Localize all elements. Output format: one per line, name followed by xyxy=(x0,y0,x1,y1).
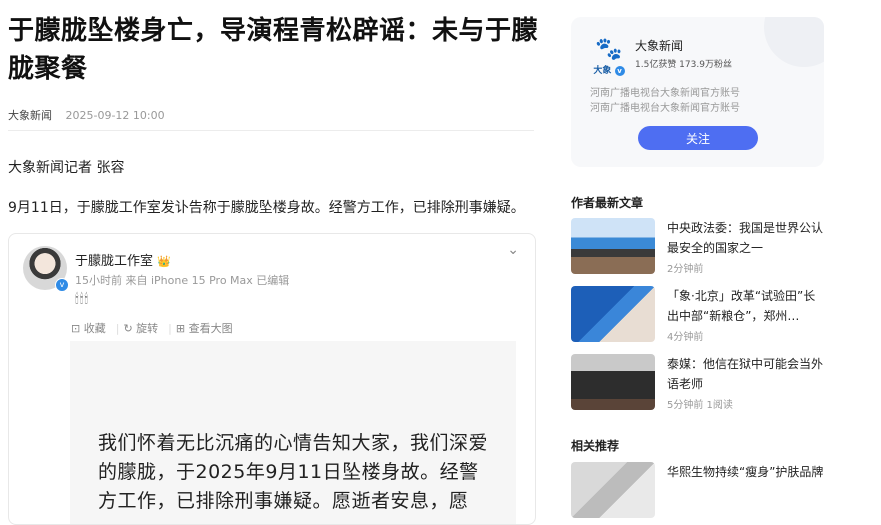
decorative-circle xyxy=(764,17,824,67)
author-card: 🐾 大象 v 大象新闻 1.5亿获赞 173.9万粉丝 河南广播电视台大象新闻官… xyxy=(571,17,824,167)
view-large-action[interactable]: ⊞ 查看大图 xyxy=(176,322,233,335)
divider xyxy=(8,130,534,131)
author-name[interactable]: 大象新闻 xyxy=(635,37,683,54)
author-stats: 1.5亿获赞 173.9万粉丝 xyxy=(635,60,732,70)
news-thumbnail[interactable] xyxy=(571,286,655,342)
author-logo[interactable]: 🐾 大象 v xyxy=(589,37,629,83)
view-large-label: 查看大图 xyxy=(188,322,233,335)
follow-button[interactable]: 关注 xyxy=(638,126,758,150)
news-headline[interactable]: 中央政法委：我国是世界公认最安全的国家之一 xyxy=(667,218,827,258)
news-headline[interactable]: 泰媒：他信在狱中可能会当外语老师 xyxy=(667,354,827,394)
crown-icon: 👑 xyxy=(157,255,171,268)
verified-icon: v xyxy=(614,65,625,76)
weibo-author-name[interactable]: 于朦胧工作室 👑 xyxy=(75,250,171,269)
article-source[interactable]: 大象新闻 xyxy=(8,109,52,122)
news-time: 5分钟前 1阅读 xyxy=(667,400,733,411)
news-item[interactable]: 华熙生物持续“瘦身”护肤品牌 xyxy=(571,462,831,522)
section-title-related: 相关推荐 xyxy=(571,439,620,453)
favorite-action[interactable]: ⊡ 收藏 xyxy=(71,322,106,335)
section-title-latest: 作者最新文章 xyxy=(571,196,644,210)
paw-icon: 🐾 xyxy=(595,37,623,62)
reporter-line: 大象新闻记者 张容 xyxy=(8,160,125,176)
news-thumbnail[interactable] xyxy=(571,354,655,410)
news-headline[interactable]: 「象·北京」改革“试验田”长出中部“新粮仓”，郑州… xyxy=(667,286,827,326)
news-time: 2分钟前 xyxy=(667,264,704,275)
chevron-down-icon[interactable]: ⌄ xyxy=(507,242,519,258)
news-item[interactable]: 泰媒：他信在狱中可能会当外语老师 5分钟前 1阅读 xyxy=(571,354,831,414)
author-description-2: 河南广播电视台大象新闻官方账号 xyxy=(590,103,740,114)
weibo-embed-card: v 于朦胧工作室 👑 15小时前 来自 iPhone 15 Pro Max 已编辑… xyxy=(8,233,536,525)
favorite-label: 收藏 xyxy=(83,322,106,335)
rotate-action[interactable]: ↻ 旋转 xyxy=(123,322,158,335)
news-headline[interactable]: 华熙生物持续“瘦身”护肤品牌 xyxy=(667,462,827,482)
news-thumbnail[interactable] xyxy=(571,462,655,518)
logo-label: 大象 xyxy=(593,66,612,76)
weibo-author-label: 于朦胧工作室 xyxy=(75,254,154,269)
rotate-icon: ↻ xyxy=(123,322,133,335)
candles-emoji: 🕯🕯🕯 xyxy=(75,292,90,307)
news-item[interactable]: 「象·北京」改革“试验田”长出中部“新粮仓”，郑州… 4分钟前 xyxy=(571,286,831,346)
zoom-icon: ⊞ xyxy=(175,322,186,335)
obituary-image-text: 我们怀着无比沉痛的心情告知大家，我们深爱的朦胧，于2025年9月11日坠楼身故。… xyxy=(98,432,489,512)
bookmark-icon: ⊡ xyxy=(71,322,81,335)
image-actions: ⊡ 收藏 | ↻ 旋转 | ⊞ 查看大图 xyxy=(71,322,233,335)
news-time: 4分钟前 xyxy=(667,332,704,343)
verified-badge-icon: v xyxy=(55,278,69,292)
article-meta: 大象新闻 2025-09-12 10:00 xyxy=(8,107,165,123)
lead-paragraph: 9月11日，于朦胧工作室发讣告称于朦胧坠楼身故。经警方工作，已排除刑事嫌疑。 xyxy=(8,200,525,216)
news-item[interactable]: 中央政法委：我国是世界公认最安全的国家之一 2分钟前 xyxy=(571,218,831,278)
news-thumbnail[interactable] xyxy=(571,218,655,274)
weibo-post-meta: 15小时前 来自 iPhone 15 Pro Max 已编辑 xyxy=(75,274,290,287)
article-title: 于朦胧坠楼身亡，导演程青松辟谣：未与于朦胧聚餐 xyxy=(8,16,539,84)
article-date: 2025-09-12 10:00 xyxy=(65,109,165,122)
rotate-label: 旋转 xyxy=(136,322,159,335)
author-description: 河南广播电视台大象新闻官方账号 xyxy=(590,88,740,99)
obituary-image[interactable]: 我们怀着无比沉痛的心情告知大家，我们深爱的朦胧，于2025年9月11日坠楼身故。… xyxy=(70,341,516,524)
